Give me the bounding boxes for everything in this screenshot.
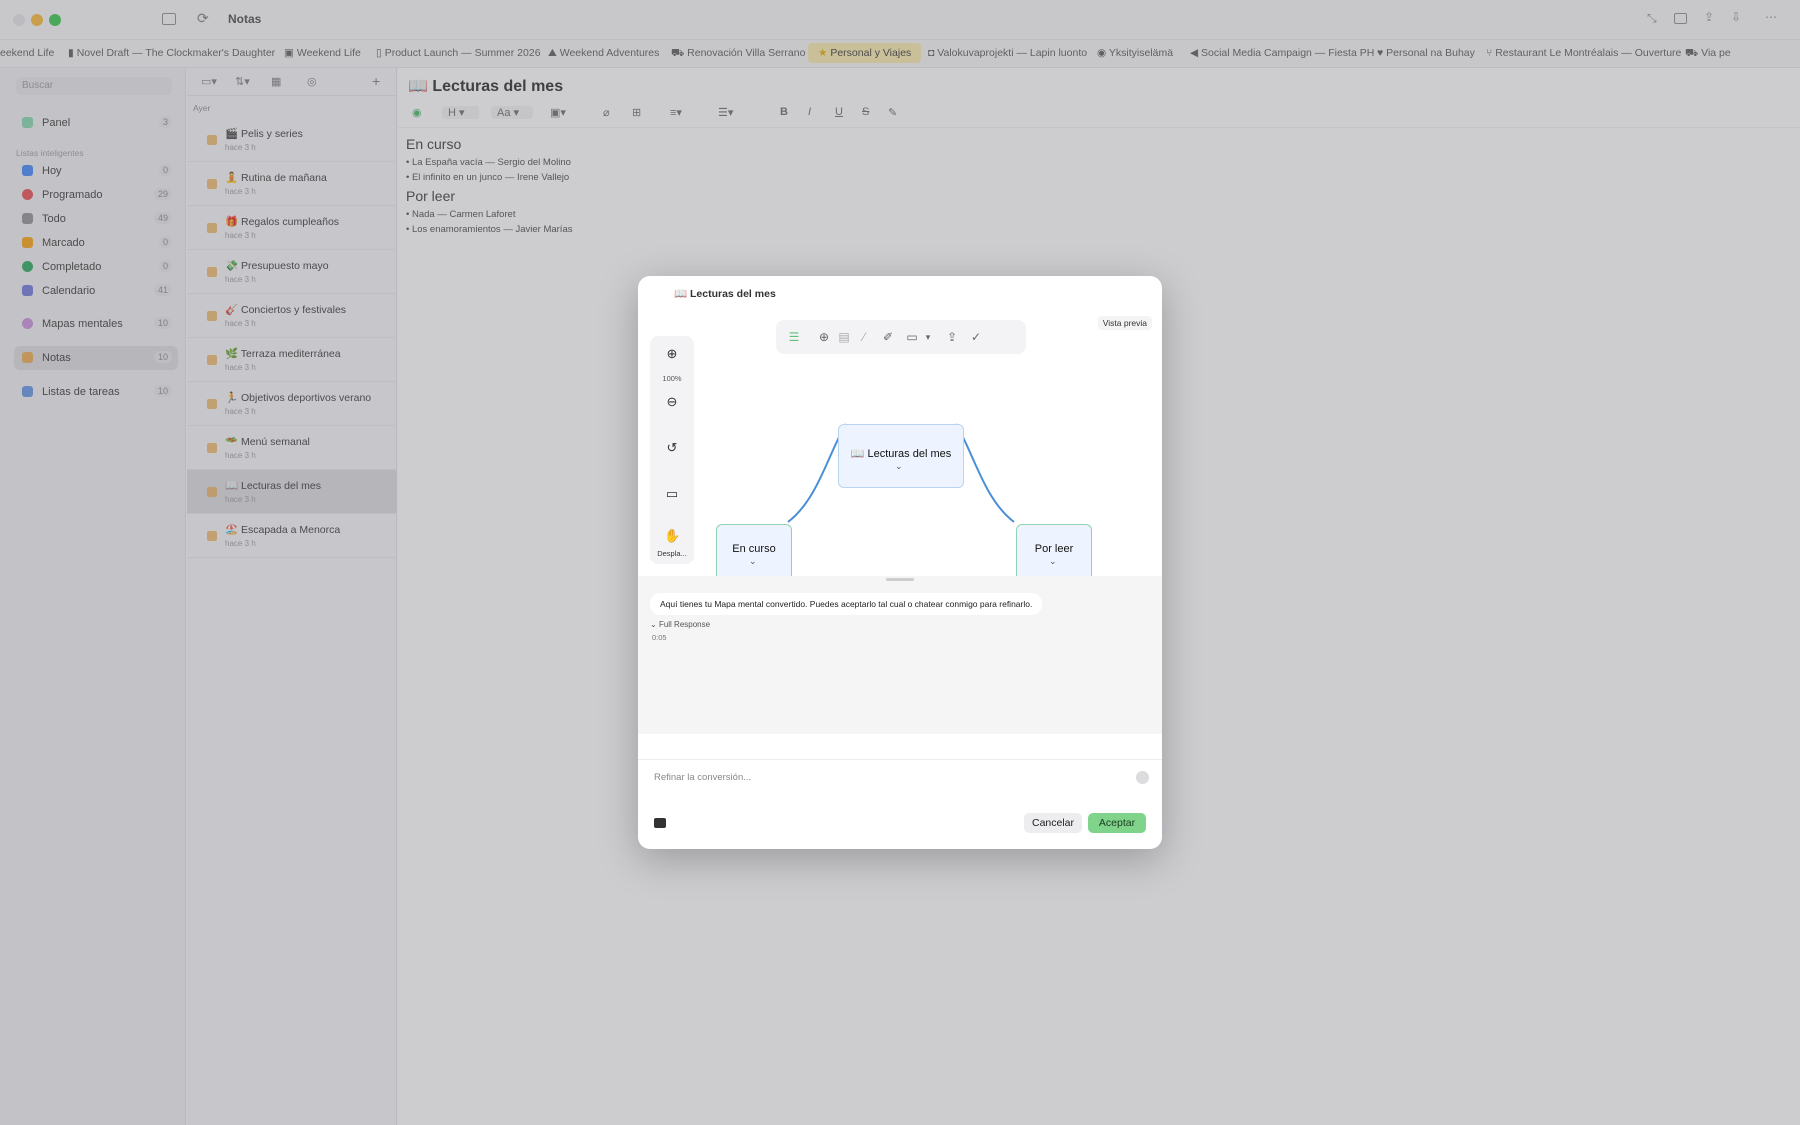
mindmap-canvas[interactable]: Vista previa ☰ ⊕ ▤ ⁄ ✐ ▭ ▾ ⇪ ✓ ⊕ 100% ⊖ … xyxy=(638,314,1162,584)
chevron-down-icon: ⌄ xyxy=(650,620,659,629)
refine-placeholder: Refinar la conversión... xyxy=(654,772,752,783)
resize-handle[interactable] xyxy=(886,578,914,581)
cancel-button[interactable]: Cancelar xyxy=(1024,813,1082,833)
accept-button[interactable]: Aceptar xyxy=(1088,813,1146,833)
dialog-title: 📖 Lecturas del mes xyxy=(674,288,776,300)
chevron-down-icon[interactable]: ⌄ xyxy=(895,461,903,472)
full-response-toggle[interactable]: ⌄ Full Response xyxy=(650,620,710,629)
assistant-message-text: Aquí tienes tu Mapa mental convertido. P… xyxy=(660,599,1033,609)
mindmap-root-node[interactable]: 📖 Lecturas del mes ⌄ xyxy=(838,424,964,488)
edge-right xyxy=(955,423,1015,523)
mindmap-node-por-leer[interactable]: Por leer ⌄ xyxy=(1016,524,1092,584)
chevron-down-icon[interactable]: ⌄ xyxy=(1049,556,1057,567)
node-label: En curso xyxy=(732,543,776,555)
elapsed-time: 0:05 xyxy=(652,633,667,642)
mindmap-conversion-dialog: 📖 Lecturas del mes Vista previa ☰ ⊕ ▤ ⁄ … xyxy=(638,276,1162,849)
chevron-down-icon[interactable]: ⌄ xyxy=(749,556,757,567)
mindmap-node-en-curso[interactable]: En curso ⌄ xyxy=(716,524,792,584)
dialog-footer: Cancelar Aceptar xyxy=(638,799,1162,849)
refine-input[interactable]: Refinar la conversión... xyxy=(650,768,1114,788)
full-response-label: Full Response xyxy=(658,620,711,629)
send-icon[interactable] xyxy=(1136,771,1149,784)
node-label: 📖 Lecturas del mes xyxy=(850,448,952,460)
panel-toggle-icon[interactable] xyxy=(654,818,666,828)
node-label: Por leer xyxy=(1034,543,1074,555)
assistant-message: Aquí tienes tu Mapa mental convertido. P… xyxy=(650,593,1043,615)
chat-panel: Aquí tienes tu Mapa mental convertido. P… xyxy=(638,576,1162,734)
